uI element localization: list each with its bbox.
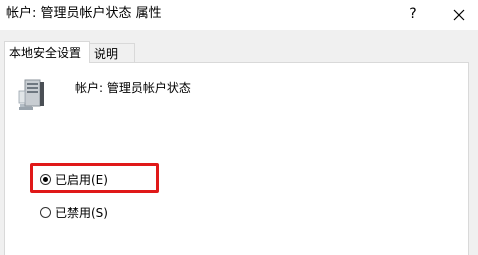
close-button[interactable] (440, 0, 478, 30)
tab-local-security-setting[interactable]: 本地安全设置 (4, 41, 90, 63)
radio-button-unselected[interactable] (40, 206, 51, 218)
radio-disabled-label: 已禁用(S) (55, 205, 108, 220)
policy-name: 帐户: 管理员帐户状态 (75, 81, 191, 95)
properties-dialog: 帐户: 管理员帐户状态 属性 ? 本地安全设置 说明 帐户: 管理员帐户状态 已… (0, 0, 478, 255)
help-button[interactable]: ? (398, 0, 428, 30)
highlight-box (30, 163, 159, 193)
tab-explain[interactable]: 说明 (89, 43, 135, 63)
tab-panel (4, 62, 469, 255)
radio-disabled[interactable]: 已禁用(S) (40, 203, 108, 221)
close-icon (453, 9, 465, 21)
window-title: 帐户: 管理员帐户状态 属性 (6, 6, 162, 21)
title-bar: 帐户: 管理员帐户状态 属性 ? (0, 0, 478, 30)
server-icon (18, 77, 48, 111)
